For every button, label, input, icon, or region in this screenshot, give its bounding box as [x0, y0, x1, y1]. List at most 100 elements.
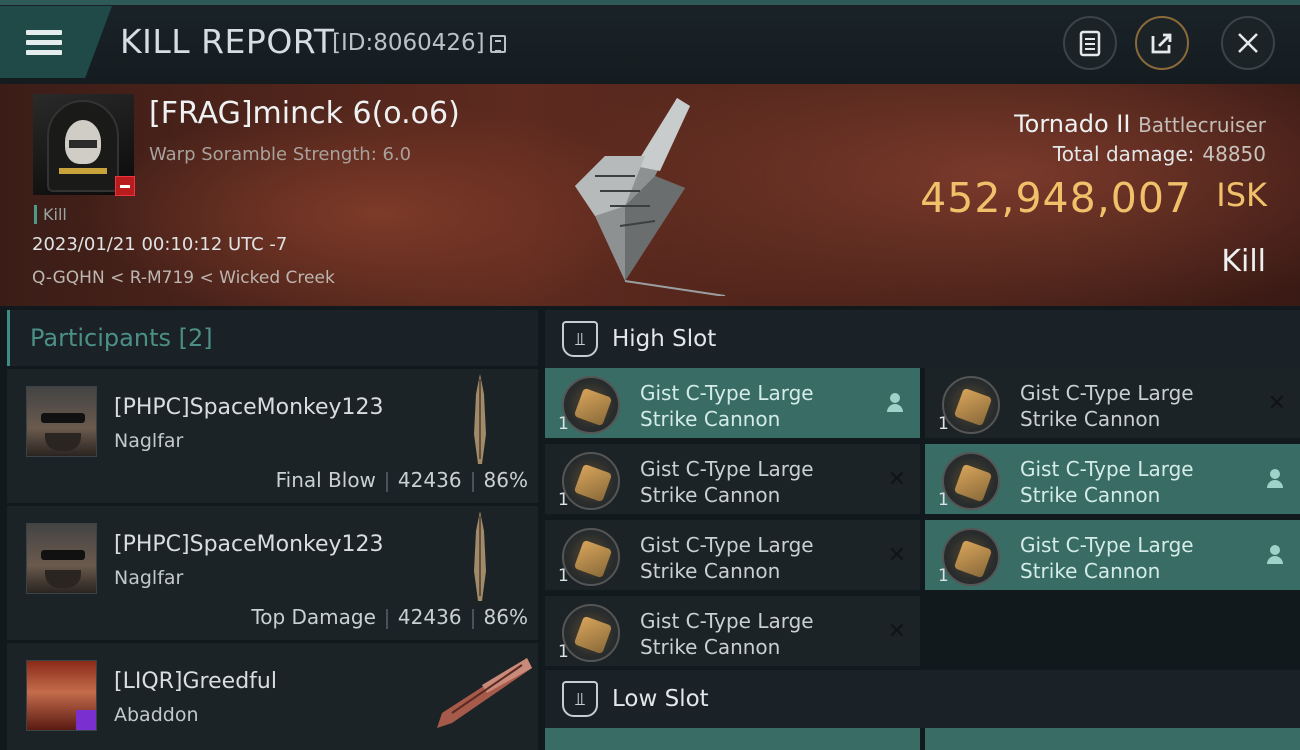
participants-header: Participants [2]	[7, 310, 538, 366]
cannon-module-icon	[942, 452, 1000, 510]
module-name: Gist C-Type Large Strike Cannon	[640, 380, 870, 432]
avatar	[26, 523, 97, 594]
kill-tag: Kill	[34, 205, 67, 224]
cannon-module-icon	[942, 376, 1000, 434]
cannon-module-icon	[942, 528, 1000, 586]
participant-percent: 86%	[483, 605, 528, 629]
participant-name: [PHPC]SpaceMonkey123	[114, 532, 384, 557]
participant-role: Top Damage	[251, 605, 376, 629]
slot-icon: ⫫	[562, 681, 598, 717]
result-label: Kill	[1221, 244, 1266, 279]
module-item-partial[interactable]	[545, 728, 920, 750]
top-bar: KILL REPORT [ID:8060426]	[0, 0, 1300, 84]
module-name-line1: Gist C-Type Large	[640, 457, 814, 481]
high-slot-header: ⫫ High Slot	[545, 310, 1300, 368]
close-icon	[1238, 33, 1258, 53]
module-quantity: 1	[938, 414, 949, 434]
participant-row[interactable]: [PHPC]SpaceMonkey123 Naglfar Top Damage 4…	[7, 506, 538, 640]
module-item-partial[interactable]	[925, 728, 1300, 750]
module-quantity: 1	[558, 642, 569, 662]
module-name-line1: Gist C-Type Large	[1020, 457, 1194, 481]
kill-location[interactable]: Q-GQHN < R-M719 < Wicked Creek	[32, 268, 335, 288]
participant-name: [LIQR]Greedful	[114, 669, 277, 694]
x-icon: ✕	[887, 619, 906, 644]
module-name-line1: Gist C-Type Large	[640, 381, 814, 405]
victim-name[interactable]: [FRAG]minck 6(o.o6)	[149, 96, 460, 131]
module-name: Gist C-Type Large Strike Cannon	[1020, 532, 1250, 584]
x-icon: ✕	[887, 543, 906, 568]
module-name-line1: Gist C-Type Large	[640, 533, 814, 557]
module-name-line2: Strike Cannon	[640, 483, 781, 507]
naglfar-ship-icon	[474, 511, 486, 601]
module-name-line2: Strike Cannon	[1020, 483, 1161, 507]
participants-label: Participants	[30, 324, 171, 352]
module-item[interactable]: 1 Gist C-Type Large Strike Cannon ✕	[925, 368, 1300, 441]
page-title: KILL REPORT	[120, 22, 335, 61]
share-button[interactable]	[1135, 16, 1189, 70]
module-quantity: 1	[938, 490, 949, 510]
warp-strength: Warp Soramble Strength: 6.0	[149, 144, 412, 165]
participant-ship: Abaddon	[114, 704, 199, 726]
participants-panel: Participants [2] [PHPC]SpaceMonkey123 Na…	[7, 310, 538, 750]
module-name-line1: Gist C-Type Large	[640, 609, 814, 633]
cannon-module-icon	[562, 528, 620, 586]
module-name: Gist C-Type Large Strike Cannon	[640, 456, 870, 508]
close-button[interactable]	[1221, 16, 1275, 70]
fitting-panel: ⫫ High Slot 1 Gist C-Type Large Strike Ca…	[545, 310, 1300, 750]
person-icon	[886, 393, 904, 413]
abaddon-ship-icon	[437, 658, 532, 728]
participant-stats: Top Damage 42436 86%	[251, 605, 528, 629]
module-name: Gist C-Type Large Strike Cannon	[1020, 380, 1250, 432]
avatar	[26, 386, 97, 457]
module-quantity: 1	[558, 490, 569, 510]
participants-count: [2]	[178, 324, 213, 352]
person-icon	[1266, 545, 1284, 565]
participant-name: [PHPC]SpaceMonkey123	[114, 395, 384, 420]
share-icon	[1151, 33, 1172, 54]
participant-ship: Naglfar	[114, 430, 184, 452]
module-quantity: 1	[938, 566, 949, 586]
module-name-line2: Strike Cannon	[640, 559, 781, 583]
copy-icon[interactable]	[490, 35, 506, 53]
cannon-module-icon	[562, 452, 620, 510]
cannon-module-icon	[562, 604, 620, 662]
participant-damage: 42436	[397, 468, 462, 492]
high-slot-label: High Slot	[612, 326, 717, 352]
victim-ship[interactable]: Tornado II Battlecruiser	[1014, 110, 1266, 138]
victim-ship-image	[575, 98, 726, 296]
module-quantity: 1	[558, 414, 569, 434]
module-name-line2: Strike Cannon	[1020, 559, 1161, 583]
x-icon: ✕	[887, 467, 906, 492]
module-item[interactable]: 1 Gist C-Type Large Strike Cannon ✕	[545, 596, 920, 669]
participant-row[interactable]: [PHPC]SpaceMonkey123 Naglfar Final Blow 4…	[7, 369, 538, 503]
isk-value: 452,948,007	[920, 174, 1192, 222]
module-item[interactable]: 1 Gist C-Type Large Strike Cannon	[545, 368, 920, 441]
clipboard-button[interactable]	[1063, 16, 1117, 70]
module-quantity: 1	[558, 566, 569, 586]
module-item[interactable]: 1 Gist C-Type Large Strike Cannon ✕	[545, 444, 920, 517]
naglfar-ship-icon	[474, 374, 486, 464]
module-item[interactable]: 1 Gist C-Type Large Strike Cannon	[925, 444, 1300, 517]
cannon-module-icon	[562, 376, 620, 434]
module-item[interactable]: 1 Gist C-Type Large Strike Cannon ✕	[545, 520, 920, 593]
avatar	[26, 660, 97, 731]
participant-percent: 86%	[483, 468, 528, 492]
corp-badge-icon	[76, 710, 96, 730]
module-item[interactable]: 1 Gist C-Type Large Strike Cannon	[925, 520, 1300, 593]
hamburger-icon	[26, 25, 62, 60]
isk-unit: ISK	[1216, 176, 1267, 214]
module-name: Gist C-Type Large Strike Cannon	[640, 608, 870, 660]
participant-ship: Naglfar	[114, 567, 184, 589]
total-damage: Total damage: 48850	[1053, 142, 1266, 166]
x-icon: ✕	[1267, 391, 1286, 416]
report-id: [ID:8060426]	[332, 30, 485, 56]
menu-button[interactable]	[0, 6, 112, 78]
module-name-line1: Gist C-Type Large	[1020, 381, 1194, 405]
kill-datetime: 2023/01/21 00:10:12 UTC -7	[32, 234, 288, 255]
kill-report-screen: KILL REPORT [ID:8060426] [FRAG]minck 6(o…	[0, 0, 1300, 750]
module-name-line2: Strike Cannon	[1020, 407, 1161, 431]
participant-row[interactable]: [LIQR]Greedful Abaddon	[7, 643, 538, 750]
total-damage-value: 48850	[1202, 142, 1266, 166]
low-slot-label: Low Slot	[612, 686, 709, 712]
low-slot-header: ⫫ Low Slot	[545, 670, 1300, 728]
